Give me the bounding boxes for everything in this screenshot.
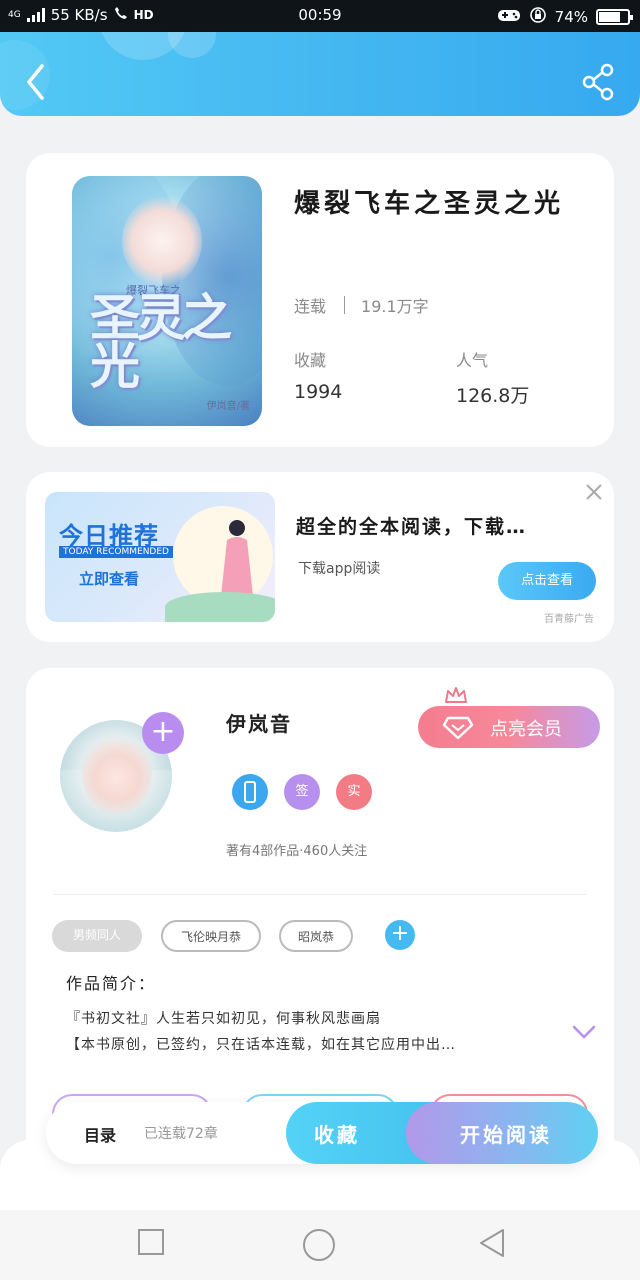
chevron-left-icon — [27, 64, 44, 100]
vip-button[interactable]: 点亮会员 — [418, 706, 600, 748]
plus-icon: + — [390, 921, 410, 946]
expand-synopsis-button[interactable] — [572, 1024, 596, 1044]
signed-badge: 签 — [284, 774, 320, 810]
chevron-down-icon — [572, 1025, 596, 1039]
system-nav-bar — [0, 1210, 640, 1280]
battery-icon — [596, 9, 633, 25]
add-to-shelf-label: 收藏 — [314, 1123, 360, 1147]
book-info-card: 爆裂飞车之 圣灵之光 伊岚音/著 爆裂飞车之圣灵之光 连载 19.1万字 收藏 … — [26, 153, 614, 447]
ad-source-label: 百青藤广告 — [544, 614, 594, 625]
ad-card[interactable]: 今日推荐 TODAY RECOMMENDED 立即查看 超全的全本阅读，下载… … — [26, 472, 614, 642]
ad-close-button[interactable] — [584, 482, 604, 502]
recents-square-icon[interactable] — [137, 1228, 165, 1256]
divider — [54, 894, 586, 895]
cover-author: 伊岚音/著 — [206, 401, 250, 412]
book-cover[interactable]: 爆裂飞车之 圣灵之光 伊岚音/著 — [72, 176, 262, 426]
vip-button-label: 点亮会员 — [490, 719, 562, 740]
popularity-label: 人气 — [456, 351, 489, 370]
book-title: 爆裂飞车之圣灵之光 — [294, 189, 565, 219]
plus-icon: + — [150, 714, 176, 749]
word-count: 19.1万字 — [361, 297, 429, 316]
popularity-value: 126.8万 — [456, 385, 530, 407]
back-triangle-icon[interactable] — [478, 1228, 506, 1258]
ad-title: 超全的全本阅读，下载… — [296, 516, 528, 538]
close-icon — [586, 484, 602, 500]
diamond-icon — [442, 716, 474, 740]
synopsis-line-1: 『书初文社』人生若只如初见，何事秋风悲画扇 — [66, 1011, 381, 1027]
home-circle-icon[interactable] — [302, 1228, 336, 1262]
rotation-lock-icon — [529, 6, 547, 28]
ad-view-button[interactable]: 点击查看 — [498, 562, 596, 600]
share-icon — [582, 63, 614, 101]
author-name: 伊岚音 — [226, 712, 292, 736]
tag-0[interactable]: 男频同人 — [52, 920, 142, 952]
crown-icon — [445, 687, 467, 703]
verified-badge: 实 — [336, 774, 372, 810]
start-reading-label: 开始阅读 — [460, 1123, 552, 1147]
author-stats: 著有4部作品·460人关注 — [226, 844, 368, 859]
bottom-action-bar: 目录 已连载72章 收藏 开始阅读 — [46, 1102, 598, 1164]
serial-status: 连载 — [294, 297, 327, 316]
share-button[interactable] — [580, 62, 620, 102]
cover-title: 圣灵之光 — [90, 288, 232, 395]
ad-banner-cta: 立即查看 — [79, 570, 140, 588]
tag-1[interactable]: 飞伦映月恭 — [161, 920, 261, 952]
synopsis-line-2: 【本书原创，已签约，只在话本连载，如在其它应用中出… — [66, 1037, 456, 1053]
favorites-value: 1994 — [294, 381, 343, 403]
toc-label: 目录 — [84, 1126, 117, 1145]
chapter-count: 已连载72章 — [144, 1126, 218, 1142]
status-bar: 4G 55 KB/s HD 00:59 74% — [0, 0, 640, 32]
back-button[interactable] — [18, 60, 58, 100]
book-meta: 连载 19.1万字 — [294, 293, 429, 317]
ad-banner-image[interactable]: 今日推荐 TODAY RECOMMENDED 立即查看 — [45, 492, 275, 622]
tag-2[interactable]: 昭岚恭 — [279, 920, 353, 952]
phone-badge — [232, 774, 268, 810]
phone-icon — [244, 781, 256, 803]
follow-author-button[interactable]: + — [142, 712, 184, 754]
gamepad-icon — [497, 7, 521, 27]
ad-banner-subtitle: TODAY RECOMMENDED — [59, 546, 173, 558]
ad-description: 下载app阅读 — [298, 561, 381, 577]
battery-percent: 74% — [554, 8, 588, 26]
favorites-label: 收藏 — [294, 351, 327, 370]
add-tag-button[interactable]: + — [385, 920, 415, 950]
start-reading-button[interactable]: 开始阅读 — [406, 1102, 598, 1164]
synopsis-title: 作品简介： — [66, 974, 157, 993]
